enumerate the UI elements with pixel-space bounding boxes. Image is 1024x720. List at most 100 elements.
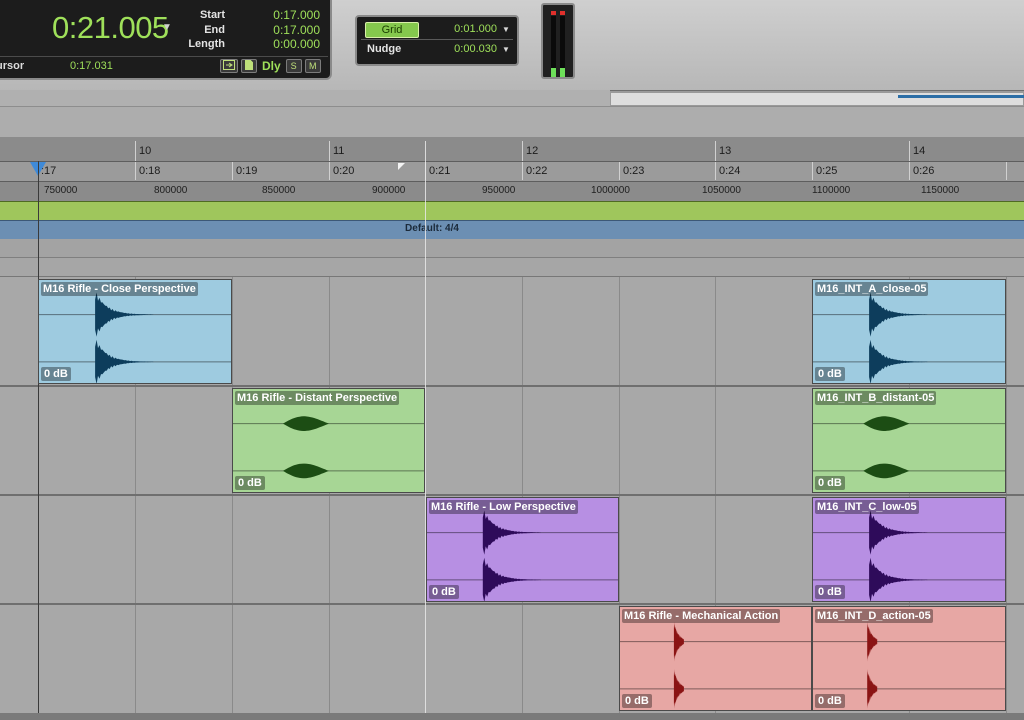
overview-view-indicator[interactable]: [898, 95, 1024, 98]
gain-icon[interactable]: 0 dB: [815, 367, 845, 381]
sample-label: 1050000: [702, 185, 741, 196]
clip-gain-label: 0 dB: [44, 368, 68, 380]
start-value[interactable]: 0:17.000: [236, 8, 320, 23]
clip[interactable]: M16 Rifle - Mechanical Action 0 dB: [619, 606, 812, 711]
gain-icon[interactable]: 0 dB: [235, 476, 265, 490]
waveform-shape: [95, 292, 154, 337]
clip-name: M16 Rifle - Mechanical Action: [622, 609, 781, 623]
nudge-dropdown-icon[interactable]: ▼: [502, 45, 510, 54]
edit-cursor-line: [38, 161, 39, 713]
waveform-shape: [869, 557, 928, 601]
min-label: 0:25: [816, 165, 838, 177]
clip-name: M16 Rifle - Close Perspective: [41, 282, 198, 296]
min-label: 0:26: [913, 165, 935, 177]
meter-level-right: [560, 68, 565, 77]
clip[interactable]: M16_INT_A_close-05 0 dB: [812, 279, 1006, 384]
length-value[interactable]: 0:00.000: [236, 37, 320, 52]
min-tick: [715, 162, 716, 180]
bar-label: 12: [526, 145, 539, 157]
gain-icon[interactable]: 0 dB: [815, 585, 845, 599]
grid-divider: [361, 39, 513, 40]
sample-label: 750000: [44, 185, 78, 196]
min-tick: [619, 162, 620, 180]
bar-label: 14: [913, 145, 926, 157]
min-tick: [329, 162, 330, 180]
bar-tick: [715, 141, 716, 161]
bar-tick: [329, 141, 330, 161]
delay-compensation-group: Dly S M: [220, 58, 321, 74]
bar-label: 11: [333, 145, 345, 157]
waveform-shape: [869, 292, 928, 337]
min-tick: [232, 162, 233, 180]
min-tick: [522, 162, 523, 180]
key-ruler[interactable]: [0, 258, 1024, 277]
dly-label[interactable]: Dly: [260, 59, 283, 73]
clip-name: M16_INT_D_action-05: [815, 609, 933, 623]
waveform-shape: [673, 669, 684, 709]
length-label: Length: [188, 38, 225, 50]
bottom-scrollbar[interactable]: [0, 713, 1024, 720]
grid-dropdown-icon[interactable]: ▼: [502, 25, 510, 34]
toolbar-lower-strip: [0, 90, 610, 106]
clip[interactable]: M16_INT_C_low-05 0 dB: [812, 497, 1006, 602]
sample-label: 1000000: [591, 185, 630, 196]
grid-button[interactable]: Grid: [365, 22, 419, 38]
playhead-line[interactable]: [425, 141, 426, 713]
selection-flag-icon[interactable]: [398, 163, 405, 170]
clip[interactable]: M16 Rifle - Close Perspective 0 dB: [38, 279, 232, 384]
mute-small-button[interactable]: M: [304, 59, 321, 73]
bars-beats-ruler[interactable]: [0, 137, 1024, 161]
waveform-shape: [482, 557, 541, 601]
min-label: 0:22: [526, 165, 548, 177]
tempo-ruler[interactable]: [0, 239, 1024, 258]
clip-gain-label: 0 dB: [238, 477, 262, 489]
main-counter[interactable]: 0:21.005: [52, 10, 172, 48]
counter-dropdown-icon[interactable]: ▼: [162, 22, 172, 33]
clip[interactable]: M16_INT_D_action-05 0 dB: [812, 606, 1006, 711]
bar-label: 13: [719, 145, 732, 157]
min-tick: [909, 162, 910, 180]
min-label: 0:18: [139, 165, 161, 177]
page-icon[interactable]: [241, 59, 257, 73]
min-label: 0:20: [333, 165, 355, 177]
clip-name: M16 Rifle - Distant Perspective: [235, 391, 400, 405]
clip[interactable]: M16_INT_B_distant-05 0 dB: [812, 388, 1006, 493]
end-value[interactable]: 0:17.000: [236, 23, 320, 38]
meter-bar-left: [551, 16, 556, 68]
waveform-shape: [869, 339, 928, 383]
clip-indicator-left[interactable]: [551, 11, 556, 15]
gain-icon[interactable]: 0 dB: [815, 694, 845, 708]
solo-small-button[interactable]: S: [285, 59, 302, 73]
waveform-shape: [867, 669, 878, 709]
min-label: 0:23: [623, 165, 645, 177]
grid-value[interactable]: 0:01.000: [437, 23, 497, 35]
clip-name: M16_INT_C_low-05: [815, 500, 919, 514]
sample-label: 850000: [262, 185, 296, 196]
clip-indicator-right[interactable]: [560, 11, 565, 15]
waveform-shape: [482, 510, 541, 555]
clip[interactable]: M16 Rifle - Low Perspective 0 dB: [426, 497, 619, 602]
sample-label: 1100000: [812, 185, 851, 196]
min-tick: [1006, 162, 1007, 180]
clip[interactable]: M16 Rifle - Distant Perspective 0 dB: [232, 388, 425, 493]
waveform-shape: [95, 339, 154, 383]
min-label: 0:19: [236, 165, 258, 177]
min-label: 0:24: [719, 165, 741, 177]
main-counter-panel: 0:21.005 ▼ Start End Length 0:17.000 0:1…: [0, 0, 332, 80]
gain-icon[interactable]: 0 dB: [815, 476, 845, 490]
clip-gain-label: 0 dB: [818, 368, 842, 380]
clip-gain-label: 0 dB: [432, 586, 456, 598]
delay-compensation-icon[interactable]: [220, 59, 238, 73]
selection-values: 0:17.000 0:17.000 0:00.000: [236, 8, 320, 52]
waveform-shape: [869, 510, 928, 555]
meter-label: Default: 4/4: [405, 223, 459, 234]
gain-icon[interactable]: 0 dB: [41, 367, 71, 381]
nudge-value[interactable]: 0:00.030: [437, 43, 497, 55]
clip-name: M16_INT_A_close-05: [815, 282, 929, 296]
markers-ruler[interactable]: [0, 201, 1024, 221]
grid-nudge-panel: Grid 0:01.000 ▼ Nudge 0:00.030 ▼: [355, 15, 519, 66]
sample-label: 800000: [154, 185, 188, 196]
gain-icon[interactable]: 0 dB: [622, 694, 652, 708]
gain-icon[interactable]: 0 dB: [429, 585, 459, 599]
clip-gain-label: 0 dB: [625, 695, 649, 707]
